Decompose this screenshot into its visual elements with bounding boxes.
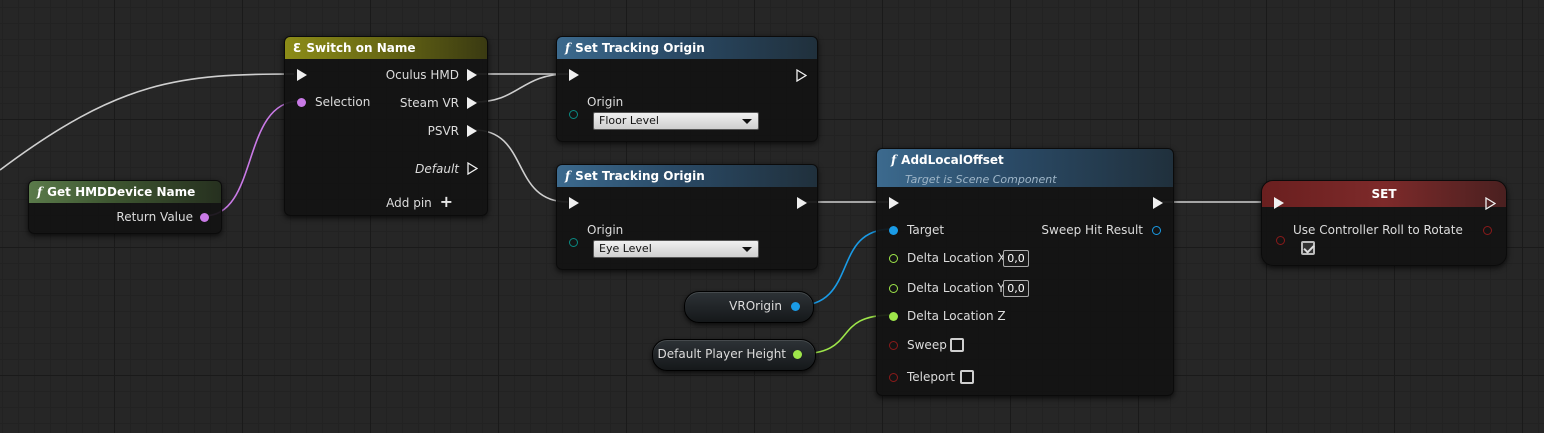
set-var-in-pin[interactable] [1276,236,1285,245]
default-player-height-pin[interactable] [793,350,802,359]
switch-exec-in-pin[interactable] [297,69,307,81]
delta-y-input[interactable]: 0,0 [1003,280,1029,297]
delta-x-pin[interactable] [889,254,898,263]
return-value-label: Return Value [116,210,193,224]
set-tracking-origin-node-1[interactable]: f Set Tracking Origin Origin Floor Level [556,36,818,142]
add-local-offset-exec-out-pin[interactable] [1153,197,1163,209]
set-tracking-1-origin-label: Origin [587,95,624,109]
plus-icon: + [439,192,453,211]
switch-title: Switch on Name [306,41,416,55]
switch-output-steamvr-label: Steam VR [399,96,459,110]
selection-pin[interactable] [297,98,306,107]
function-icon: f [891,153,897,167]
teleport-label: Teleport [907,370,955,384]
set-var-label: Use Controller Roll to Rotate [1293,223,1463,237]
add-local-offset-exec-in-pin[interactable] [889,197,899,209]
get-hmd-device-name-node[interactable]: f Get HMDDevice Name Return Value [28,180,222,234]
set-tracking-1-header: f Set Tracking Origin [557,37,817,59]
target-pin[interactable] [889,226,898,235]
set-tracking-2-header: f Set Tracking Origin [557,165,817,187]
target-label: Target [907,223,945,237]
delta-y-pin[interactable] [889,284,898,293]
set-var-checkbox[interactable] [1301,241,1315,255]
teleport-pin[interactable] [889,373,898,382]
function-icon: f [565,169,571,183]
set-exec-in-pin[interactable] [1274,197,1284,209]
set-tracking-2-origin-value: Eye Level [599,242,652,255]
sweep-label: Sweep [907,338,947,352]
switch-output-steamvr-pin[interactable] [467,97,477,109]
set-tracking-2-origin-label: Origin [587,223,624,237]
switch-on-name-node[interactable]: Ɛ Switch on Name Selection Oculus HMD Ste… [284,36,488,216]
delta-y-label: Delta Location Y [907,281,1005,295]
function-icon: f [565,41,571,55]
teleport-checkbox[interactable] [960,370,974,384]
set-tracking-1-origin-pin[interactable] [569,110,578,119]
get-hmd-title: Get HMDDevice Name [47,185,196,199]
exec-wire-psvr [473,129,569,203]
set-tracking-2-title: Set Tracking Origin [575,169,705,183]
set-tracking-1-origin-value: Floor Level [599,114,659,127]
add-pin-label: Add pin [386,196,432,210]
function-icon: f [37,185,43,199]
add-local-offset-node[interactable]: f AddLocalOffset Target is Scene Componen… [876,148,1174,396]
chevron-down-icon [742,119,752,124]
switch-output-oculus-pin[interactable] [467,69,477,81]
selection-label: Selection [315,95,371,109]
set-tracking-1-origin-dropdown[interactable]: Floor Level [593,112,759,130]
set-title: SET [1371,187,1397,201]
switch-header: Ɛ Switch on Name [285,37,487,59]
set-header: SET [1262,181,1506,207]
switch-default-label: Default [415,162,459,176]
set-variable-node[interactable]: SET Use Controller Roll to Rotate [1261,180,1507,266]
return-value-pin[interactable] [200,213,209,222]
set-tracking-1-title: Set Tracking Origin [575,41,705,55]
add-local-offset-title: AddLocalOffset [901,153,1004,167]
vr-origin-pin[interactable] [791,302,800,311]
switch-output-psvr-pin[interactable] [467,125,477,137]
sweep-hit-result-pin[interactable] [1152,226,1161,235]
sweep-checkbox[interactable] [950,338,964,352]
set-tracking-1-exec-in-pin[interactable] [569,69,579,81]
add-pin-button[interactable]: Add pin + [386,192,453,211]
delta-x-input[interactable]: 0,0 [1003,250,1029,267]
switch-output-psvr-label: PSVR [427,124,459,138]
set-exec-out-pin[interactable] [1485,197,1496,210]
switch-output-oculus-label: Oculus HMD [385,68,459,82]
sweep-pin[interactable] [889,341,898,350]
exec-wire-steamvr [473,73,569,103]
exec-wire-incoming [0,73,295,171]
set-var-out-pin[interactable] [1483,226,1492,235]
get-hmd-header: f Get HMDDevice Name [29,181,221,203]
set-tracking-2-origin-pin[interactable] [569,238,578,247]
set-tracking-2-exec-in-pin[interactable] [569,197,579,209]
default-player-height-variable-node[interactable]: Default Player Height [652,339,816,371]
delta-z-label: Delta Location Z [907,309,1006,323]
add-local-offset-header: f AddLocalOffset Target is Scene Componen… [877,149,1173,187]
set-tracking-origin-node-2[interactable]: f Set Tracking Origin Origin Eye Level [556,164,818,270]
default-player-height-label: Default Player Height [657,347,786,361]
sweep-hit-result-label: Sweep Hit Result [1041,223,1143,237]
vr-origin-label: VROrigin [729,299,782,313]
set-tracking-2-exec-out-pin[interactable] [797,197,807,209]
vr-origin-variable-node[interactable]: VROrigin [684,291,814,323]
switch-default-pin[interactable] [467,162,478,175]
add-local-offset-subtitle: Target is Scene Component [905,173,1057,186]
set-tracking-1-exec-out-pin[interactable] [796,69,807,82]
set-tracking-2-origin-dropdown[interactable]: Eye Level [593,240,759,258]
delta-x-label: Delta Location X [907,251,1006,265]
chevron-down-icon [742,247,752,252]
switch-icon: Ɛ [293,41,302,55]
delta-z-pin[interactable] [889,312,898,321]
